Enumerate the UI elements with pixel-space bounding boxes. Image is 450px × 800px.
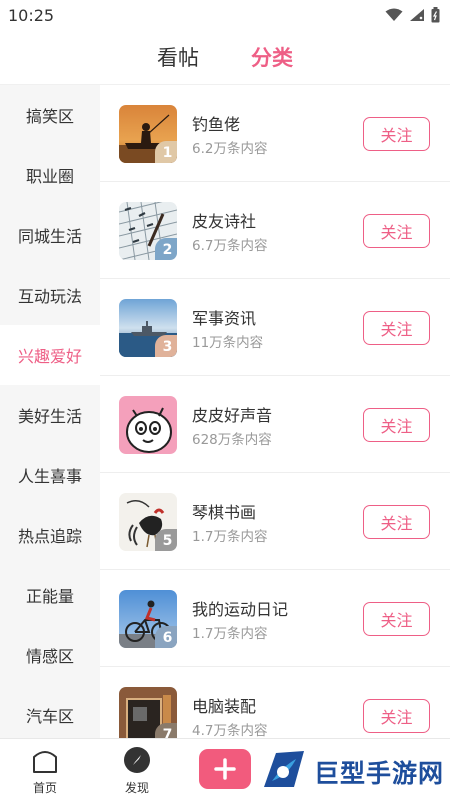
home-icon <box>33 751 57 773</box>
sidebar-item-xingqu[interactable]: 兴趣爱好 <box>0 325 100 385</box>
rooster-painting-thumb: 5 <box>119 493 177 551</box>
rank-badge: 5 <box>155 529 177 551</box>
nav-discover[interactable]: 发现 <box>107 739 167 800</box>
topic-count: 11万条内容 <box>192 335 264 351</box>
rank-badge: 1 <box>155 141 177 163</box>
follow-button[interactable]: 关注 <box>363 214 430 248</box>
follow-button[interactable]: 关注 <box>363 408 430 442</box>
sidebar-item-qiche[interactable]: 汽车区 <box>0 685 100 738</box>
calligraphy-thumb: 2 <box>119 202 177 260</box>
sidebar-item-meihao[interactable]: 美好生活 <box>0 385 100 445</box>
status-time: 10:25 <box>8 5 55 25</box>
topic-count: 4.7万条内容 <box>192 723 268 738</box>
topic-count: 628万条内容 <box>192 432 272 448</box>
nav-home-label: 首页 <box>32 781 57 795</box>
follow-button[interactable]: 关注 <box>363 505 430 539</box>
warship-thumb: 3 <box>119 299 177 357</box>
rank-badge: 2 <box>155 238 177 260</box>
rank-badge: 7 <box>155 723 177 738</box>
list-item[interactable]: 6 我的运动日记 1.7万条内容 关注 <box>100 570 450 667</box>
battery-icon <box>431 7 440 23</box>
topic-title: 军事资讯 <box>192 309 257 328</box>
sidebar-item-tongcheng[interactable]: 同城生活 <box>0 205 100 265</box>
topic-count: 1.7万条内容 <box>192 529 268 545</box>
list-item[interactable]: 皮皮好声音 628万条内容 关注 <box>100 376 450 473</box>
sidebar-item-zhiye[interactable]: 职业圈 <box>0 145 100 205</box>
topic-title: 皮友诗社 <box>192 212 257 231</box>
topic-count: 6.2万条内容 <box>192 141 268 157</box>
topic-title: 琴棋书画 <box>192 503 257 522</box>
cyclist-thumb: 6 <box>119 590 177 648</box>
tab-kantie[interactable]: 看帖 <box>157 42 199 72</box>
watermark-text: 巨型手游网 <box>314 758 445 788</box>
watermark: 巨型手游网 <box>258 743 450 800</box>
post-button[interactable] <box>199 749 251 789</box>
rank-badge: 3 <box>155 335 177 357</box>
top-tab-bar: 看帖 分类 <box>0 30 450 85</box>
cartoon-face-thumb <box>119 396 177 454</box>
pc-parts-thumb: 7 <box>119 687 177 738</box>
list-item[interactable]: 1 钓鱼佬 6.2万条内容 关注 <box>100 85 450 182</box>
follow-button[interactable]: 关注 <box>363 699 430 733</box>
sidebar-item-gaoxiao[interactable]: 搞笑区 <box>0 85 100 145</box>
status-icons <box>385 7 440 23</box>
rank-badge: 6 <box>155 626 177 648</box>
list-item[interactable]: 5 琴棋书画 1.7万条内容 关注 <box>100 473 450 570</box>
compass-icon <box>124 747 150 773</box>
follow-button[interactable]: 关注 <box>363 311 430 345</box>
category-sidebar: 搞笑区 职业圈 同城生活 互动玩法 兴趣爱好 美好生活 人生喜事 热点追踪 正能… <box>0 85 100 738</box>
topic-title: 钓鱼佬 <box>192 115 241 134</box>
tab-fenlei[interactable]: 分类 <box>251 42 293 72</box>
follow-button[interactable]: 关注 <box>363 602 430 636</box>
list-item[interactable]: 7 电脑装配 4.7万条内容 关注 <box>100 667 450 738</box>
signal-icon <box>410 9 424 21</box>
nav-discover-label: 发现 <box>124 781 149 795</box>
topic-list: 1 钓鱼佬 6.2万条内容 关注 2 皮友诗社 6.7万条内容 关注 3 军事资… <box>100 85 450 738</box>
fishing-sunset-thumb: 1 <box>119 105 177 163</box>
list-item[interactable]: 3 军事资讯 11万条内容 关注 <box>100 279 450 376</box>
topic-title: 我的运动日记 <box>192 600 289 619</box>
plus-icon <box>214 758 236 780</box>
nav-home[interactable]: 首页 <box>15 739 75 800</box>
list-item[interactable]: 2 皮友诗社 6.7万条内容 关注 <box>100 182 450 279</box>
topic-title: 皮皮好声音 <box>192 406 273 425</box>
sidebar-item-redian[interactable]: 热点追踪 <box>0 505 100 565</box>
status-bar: 10:25 <box>0 0 450 30</box>
sidebar-item-qinggan[interactable]: 情感区 <box>0 625 100 685</box>
topic-title: 电脑装配 <box>192 697 257 716</box>
sidebar-item-zhengnengliang[interactable]: 正能量 <box>0 565 100 625</box>
wifi-icon <box>385 8 403 21</box>
sidebar-item-rensheng[interactable]: 人生喜事 <box>0 445 100 505</box>
topic-count: 1.7万条内容 <box>192 626 268 642</box>
topic-count: 6.7万条内容 <box>192 238 268 254</box>
sidebar-item-hudong[interactable]: 互动玩法 <box>0 265 100 325</box>
watermark-logo-icon <box>264 750 304 787</box>
follow-button[interactable]: 关注 <box>363 117 430 151</box>
